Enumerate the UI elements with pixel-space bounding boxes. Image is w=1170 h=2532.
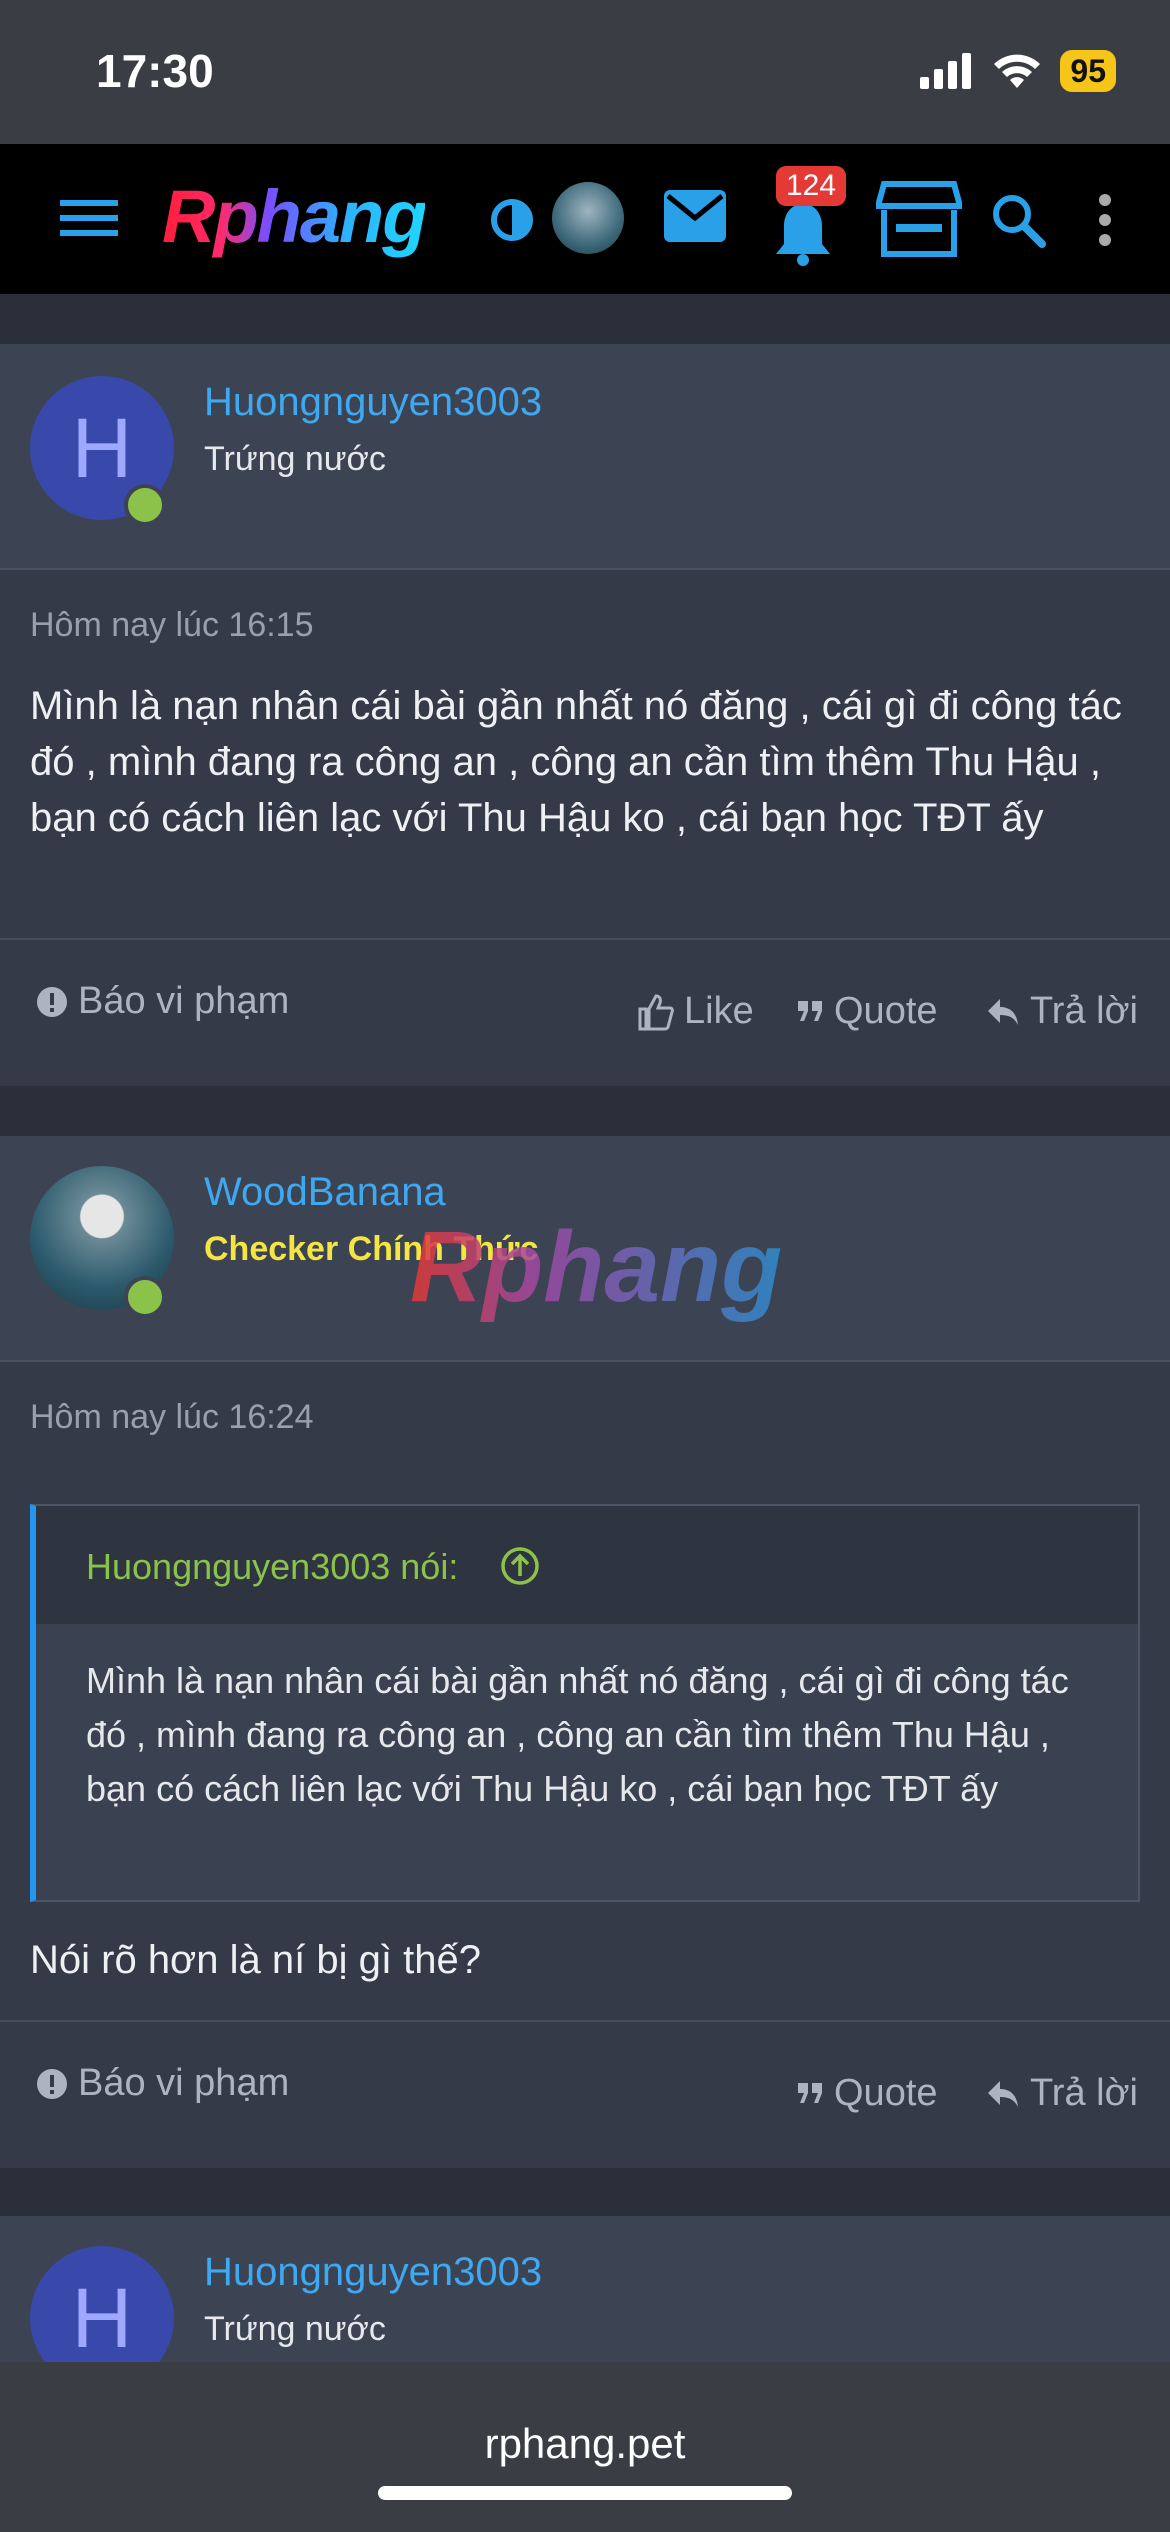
reply-icon (988, 2080, 1018, 2107)
post-card: H Huongnguyen3003 Trứng nước Hôm nay lúc… (0, 344, 1170, 1086)
site-logo[interactable]: Rphang (162, 174, 427, 259)
quote-body: Mình là nạn nhân cái bài gần nhất nó đăn… (86, 1660, 1069, 1809)
mail-icon[interactable] (664, 190, 726, 242)
url-text[interactable]: rphang.pet (0, 2420, 1170, 2468)
hamburger-menu-icon[interactable] (60, 196, 118, 240)
post-timestamp[interactable]: Hôm nay lúc 16:24 (30, 1398, 314, 1437)
report-label: Báo vi phạm (78, 980, 290, 1022)
quote-label: Quote (834, 990, 938, 1032)
reply-icon (988, 998, 1018, 1025)
arrow-up-circle-icon[interactable] (500, 1546, 540, 1586)
post-actions: Báo vi phạm Quote Trả lời (0, 2020, 1170, 2170)
quote-author[interactable]: Huongnguyen3003 nói: (86, 1546, 458, 1588)
reply-button[interactable]: Trả lời (986, 990, 1138, 1033)
username-link[interactable]: Huongnguyen3003 (204, 380, 542, 425)
username-link[interactable]: Huongnguyen3003 (204, 2250, 542, 2295)
browser-url-bar[interactable]: rphang.pet (0, 2362, 1170, 2532)
search-icon[interactable] (990, 192, 1046, 248)
alert-icon (37, 2068, 67, 2099)
alert-icon (37, 986, 67, 1017)
site-watermark: Rphang (410, 1211, 783, 1323)
theme-toggle-icon[interactable] (490, 198, 534, 242)
reply-label: Trả lời (1030, 990, 1138, 1032)
more-options-icon[interactable] (1098, 194, 1112, 246)
top-nav-bar: Rphang 124 (0, 144, 1170, 294)
report-label: Báo vi phạm (78, 2062, 290, 2104)
store-icon[interactable] (876, 180, 962, 258)
post-body: Nói rõ hơn là ní bị gì thế? (30, 1938, 481, 1982)
thumbs-up-icon (638, 993, 674, 1030)
wifi-icon (994, 54, 1041, 88)
notification-badge: 124 (776, 166, 847, 206)
like-label: Like (684, 990, 754, 1032)
post-timestamp[interactable]: Hôm nay lúc 16:15 (30, 606, 314, 645)
status-icons: 95 (920, 50, 1116, 92)
status-time: 17:30 (96, 45, 214, 97)
user-title: Trứng nước (204, 440, 386, 478)
post-actions: Báo vi phạm Like Quote Trả lời (0, 938, 1170, 1088)
reply-label: Trả lời (1030, 2072, 1138, 2114)
status-bar: 17:30 95 (0, 0, 1170, 144)
report-button[interactable]: Báo vi phạm (36, 2062, 289, 2105)
quote-icon (798, 2082, 822, 2103)
post-card: H Huongnguyen3003 Trứng nước (0, 2216, 1170, 2362)
quote-block: Huongnguyen3003 nói: Mình là nạn nhân cá… (30, 1504, 1140, 1902)
reply-button[interactable]: Trả lời (986, 2072, 1138, 2115)
quote-icon (798, 1000, 822, 1021)
user-title: Trứng nước (204, 2310, 386, 2348)
post-header: H Huongnguyen3003 Trứng nước (0, 2216, 1170, 2362)
username-link[interactable]: WoodBanana (204, 1170, 446, 1215)
quote-button[interactable]: Quote (798, 2072, 938, 2115)
quote-button[interactable]: Quote (798, 990, 938, 1033)
online-status-icon (124, 1276, 166, 1318)
notification-bell-icon[interactable] (774, 202, 832, 266)
user-avatar[interactable]: H (30, 2246, 174, 2362)
online-status-icon (124, 484, 166, 526)
post-header: H Huongnguyen3003 Trứng nước (0, 344, 1170, 570)
signal-icon (920, 53, 972, 89)
user-avatar-button[interactable] (552, 182, 624, 254)
quote-label: Quote (834, 2072, 938, 2114)
quote-header[interactable]: Huongnguyen3003 nói: (36, 1506, 1138, 1624)
report-button[interactable]: Báo vi phạm (36, 980, 289, 1023)
battery-indicator: 95 (1060, 50, 1116, 92)
like-button[interactable]: Like (636, 990, 754, 1033)
post-body: Mình là nạn nhân cái bài gần nhất nó đăn… (30, 684, 1122, 840)
home-indicator[interactable] (378, 2486, 792, 2500)
